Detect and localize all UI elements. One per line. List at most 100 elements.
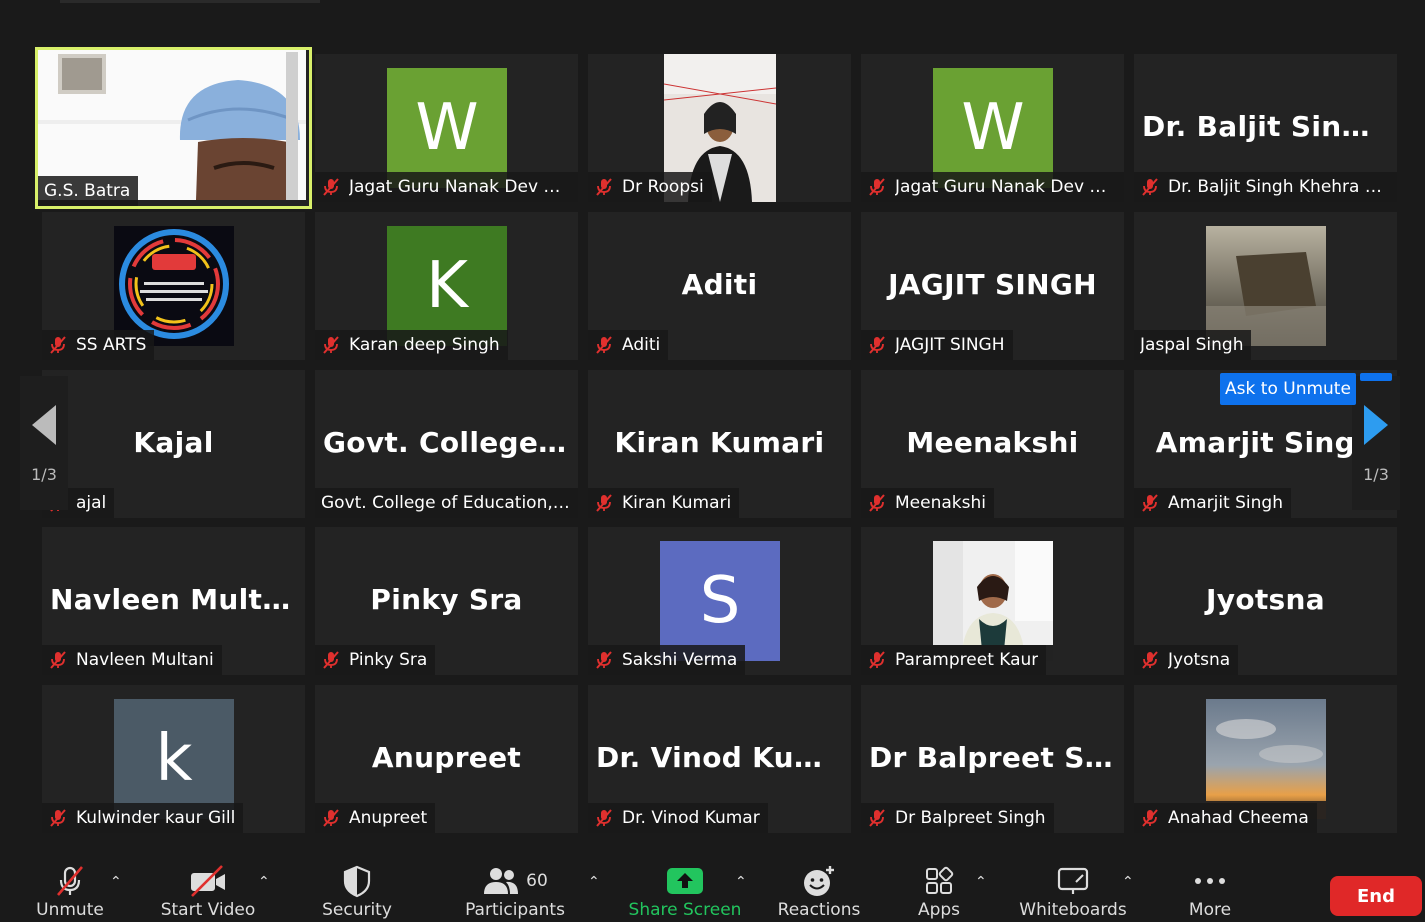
participant-name-label: Anupreet <box>315 803 436 833</box>
participant-name-label: Parampreet Kaur <box>861 645 1047 675</box>
participant-tile[interactable]: JAGJIT SINGH JAGJIT SINGH <box>861 212 1124 360</box>
participant-photo <box>933 541 1053 661</box>
participant-tile[interactable]: k Kulwinder kaur Gill <box>42 685 305 833</box>
microphone-muted-icon <box>596 651 612 669</box>
participant-tile[interactable]: W Jagat Guru Nanak Dev Pu... <box>861 54 1124 202</box>
participant-tile[interactable]: S Sakshi Verma <box>588 527 851 675</box>
participant-name-label: Dr. Vinod Kumar <box>588 803 768 833</box>
participant-name: Dr. Vinod Kumar <box>622 808 760 828</box>
participant-display-name: Dr. Vinod Kumar <box>596 741 851 774</box>
participant-name: JAGJIT SINGH <box>895 335 1005 355</box>
security-button[interactable]: Security <box>318 846 396 922</box>
participant-tile[interactable]: Jaspal Singh <box>1134 212 1397 360</box>
video-options-caret-icon[interactable]: ⌃ <box>258 874 270 890</box>
whiteboard-icon <box>1057 867 1089 894</box>
participant-tile[interactable]: K Karan deep Singh <box>315 212 578 360</box>
reactions-button[interactable]: Reactions <box>776 846 862 922</box>
participant-tile[interactable]: SS ARTS <box>42 212 305 360</box>
participant-tile[interactable]: Dr. Vinod Kumar Dr. Vinod Kumar <box>588 685 851 833</box>
whiteboards-button[interactable]: Whiteboards <box>1014 846 1132 922</box>
participant-name: Anupreet <box>349 808 428 828</box>
unmute-button[interactable]: Unmute <box>30 846 110 922</box>
participant-name: Parampreet Kaur <box>895 650 1039 670</box>
participant-display-name: Anupreet <box>371 741 522 774</box>
end-meeting-button[interactable]: End <box>1330 876 1422 916</box>
participant-display-name: Jyotsna <box>1206 583 1325 616</box>
unmute-label: Unmute <box>36 900 104 920</box>
chevron-left-icon <box>32 404 56 445</box>
microphone-muted-icon <box>1142 494 1158 512</box>
participant-tile[interactable]: Jyotsna Jyotsna <box>1134 527 1397 675</box>
participant-tile[interactable]: Anahad Cheema <box>1134 685 1397 833</box>
participant-display-name: Govt. College o... <box>323 426 578 459</box>
participants-button[interactable]: 60 Participants <box>460 846 570 922</box>
video-off-icon <box>191 865 225 897</box>
participant-tile[interactable]: Dr Roopsi <box>588 54 851 202</box>
participant-tile[interactable]: Aditi Aditi <box>588 212 851 360</box>
participant-name: Dr Roopsi <box>622 177 704 197</box>
participant-name-label: Aditi <box>588 330 669 360</box>
more-button[interactable]: More <box>1180 846 1240 922</box>
microphone-muted-icon <box>1142 178 1158 196</box>
participant-name-label: G.S. Batra <box>38 176 139 206</box>
participant-avatar: S <box>660 541 780 661</box>
tile-more-button[interactable] <box>1360 373 1392 381</box>
whiteboards-caret-icon[interactable]: ⌃ <box>1122 874 1134 890</box>
participant-display-name: Dr Balpreet Singh <box>869 741 1124 774</box>
participant-name: Jagat Guru Nanak Dev Pu... <box>349 177 570 197</box>
microphone-muted-icon <box>869 809 885 827</box>
participant-name-label: Pinky Sra <box>315 645 436 675</box>
page-indicator-right: 1/3 <box>1363 464 1389 484</box>
participant-tile[interactable]: Navleen Multani Navleen Multani <box>42 527 305 675</box>
participant-tile[interactable]: W Jagat Guru Nanak Dev Pu... <box>315 54 578 202</box>
participant-name-label: Jyotsna <box>1134 645 1239 675</box>
participant-tile[interactable]: Kiran Kumari Kiran Kumari <box>588 370 851 518</box>
participant-tile[interactable]: Meenakshi Meenakshi <box>861 370 1124 518</box>
participant-name-label: Jagat Guru Nanak Dev Pu... <box>861 172 1124 202</box>
microphone-muted-icon <box>596 336 612 354</box>
ask-to-unmute-button[interactable]: Ask to Unmute <box>1220 373 1356 405</box>
microphone-muted-icon <box>50 336 66 354</box>
microphone-muted-icon <box>869 178 885 196</box>
participant-tile[interactable]: Kajal ajal <box>42 370 305 518</box>
participant-photo <box>1206 226 1326 346</box>
participant-name: Aditi <box>622 335 661 355</box>
participant-name: Kulwinder kaur Gill <box>76 808 236 828</box>
participant-tile[interactable]: G.S. Batra <box>35 47 312 209</box>
audio-options-caret-icon[interactable]: ⌃ <box>110 874 122 890</box>
participant-name-label: Kiran Kumari <box>588 488 740 518</box>
participant-tile[interactable]: Anupreet Anupreet <box>315 685 578 833</box>
microphone-muted-icon <box>323 336 339 354</box>
participant-display-name: Navleen Multani <box>50 583 305 616</box>
gallery-grid: G.S. Batra W Jagat Guru Nanak Dev Pu... Dr … <box>0 0 1425 840</box>
next-page-button[interactable]: 1/3 <box>1352 376 1400 510</box>
microphone-muted-icon <box>869 336 885 354</box>
participant-name: Meenakshi <box>895 493 986 513</box>
participant-name: Pinky Sra <box>349 650 428 670</box>
participant-display-name: Kajal <box>133 426 214 459</box>
participant-name: Dr Balpreet Singh <box>895 808 1046 828</box>
apps-button[interactable]: Apps <box>908 846 970 922</box>
participant-tile[interactable]: Govt. College o... Govt. College of Educa… <box>315 370 578 518</box>
participant-tile[interactable]: Parampreet Kaur <box>861 527 1124 675</box>
share-screen-button[interactable]: Share Screen <box>628 846 742 922</box>
participant-name-label: Dr. Baljit Singh Khehra Di... <box>1134 172 1397 202</box>
share-screen-label: Share Screen <box>628 900 742 920</box>
participant-name-label: Anahad Cheema <box>1134 803 1317 833</box>
apps-label: Apps <box>917 900 961 920</box>
start-video-button[interactable]: Start Video <box>158 846 258 922</box>
share-options-caret-icon[interactable]: ⌃ <box>735 874 747 890</box>
microphone-muted-icon <box>323 651 339 669</box>
participant-tile[interactable]: Pinky Sra Pinky Sra <box>315 527 578 675</box>
participant-tile[interactable]: Dr. Baljit Singh... Dr. Baljit Singh Kheh… <box>1134 54 1397 202</box>
participant-avatar: W <box>933 68 1053 188</box>
participant-name-label: Dr Balpreet Singh <box>861 803 1054 833</box>
participant-tile[interactable]: Dr Balpreet Singh Dr Balpreet Singh <box>861 685 1124 833</box>
share-screen-icon <box>667 868 703 894</box>
prev-page-button[interactable]: 1/3 <box>20 376 68 510</box>
apps-caret-icon[interactable]: ⌃ <box>975 874 987 890</box>
participant-name-label: Meenakshi <box>861 488 994 518</box>
participants-caret-icon[interactable]: ⌃ <box>588 874 600 890</box>
participant-name-label: Navleen Multani <box>42 645 222 675</box>
participant-name-label: Sakshi Verma <box>588 645 746 675</box>
